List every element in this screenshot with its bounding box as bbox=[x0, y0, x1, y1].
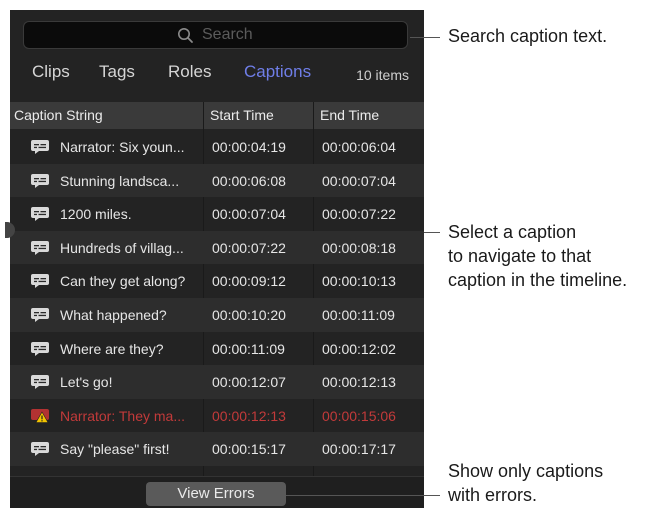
table-row[interactable]: Say "please" first! 00:00:15:17 00:00:17:1… bbox=[10, 432, 424, 466]
callout-line-select bbox=[424, 232, 440, 233]
caption-icon bbox=[31, 307, 49, 322]
caption-error-icon bbox=[31, 408, 49, 423]
end-time: 00:00:12:13 bbox=[322, 374, 396, 391]
index-tabs: Clips Tags Roles Captions 10 items bbox=[10, 62, 424, 88]
caption-icon bbox=[31, 375, 49, 390]
table-row[interactable]: 1200 miles. 00:00:07:04 00:00:07:22 bbox=[10, 197, 424, 231]
table-row[interactable]: Narrator: Six youn... 00:00:04:19 00:00:06… bbox=[10, 130, 424, 164]
start-time: 00:00:12:13 bbox=[212, 407, 286, 424]
column-header-end-time[interactable]: End Time bbox=[320, 107, 379, 123]
end-time: 00:00:08:18 bbox=[322, 239, 396, 256]
callout-errors: Show only captions with errors. bbox=[448, 459, 603, 507]
caption-icon bbox=[31, 341, 49, 356]
table-header: Caption String Start Time End Time bbox=[10, 102, 424, 129]
panel-footer: View Errors bbox=[10, 476, 424, 508]
caption-icon bbox=[31, 207, 49, 222]
callout-select-line: caption in the timeline. bbox=[448, 270, 628, 290]
caption-string: Hundreds of villag... bbox=[60, 239, 184, 256]
start-time: 00:00:11:09 bbox=[212, 340, 285, 357]
caption-icon bbox=[31, 274, 49, 289]
caption-string: Narrator: Six youn... bbox=[60, 139, 185, 155]
caption-string: Can they get along? bbox=[60, 273, 186, 290]
table-row[interactable]: Stunning landsca... 00:00:06:08 00:00:07:0… bbox=[10, 163, 424, 198]
caption-string: Let's go! bbox=[60, 374, 113, 391]
end-time: 00:00:07:04 bbox=[322, 172, 396, 189]
callout-line-errors bbox=[286, 495, 440, 496]
callout-select-line: Select a caption bbox=[448, 222, 577, 242]
table-row[interactable]: Narrator: They ma... 00:00:12:13 00:00:15:… bbox=[10, 399, 424, 433]
end-time: 00:00:15:06 bbox=[322, 407, 396, 424]
end-time: 00:00:17:17 bbox=[322, 441, 396, 458]
caption-string: Narrator: They ma... bbox=[60, 407, 186, 424]
caption-list: Narrator: Six youn... 00:00:04:19 00:00:06… bbox=[10, 130, 424, 466]
callout-search: Search caption text. bbox=[448, 24, 607, 48]
view-errors-button[interactable]: View Errors bbox=[146, 482, 286, 506]
start-time: 00:00:07:22 bbox=[212, 239, 286, 256]
start-time: 00:00:06:08 bbox=[212, 172, 286, 189]
table-row[interactable]: Hundreds of villag... 00:00:07:22 00:00:08… bbox=[10, 230, 424, 265]
start-time: 00:00:07:04 bbox=[212, 206, 286, 223]
table-row[interactable]: Where are they? 00:00:11:09 00:00:12:02 bbox=[10, 332, 424, 366]
start-time: 00:00:12:07 bbox=[212, 374, 286, 391]
tab-clips[interactable]: Clips bbox=[32, 62, 70, 82]
search-field[interactable]: Search bbox=[23, 21, 408, 49]
callout-errors-line: Show only captions bbox=[448, 461, 604, 481]
end-time: 00:00:11:09 bbox=[322, 306, 395, 323]
table-row[interactable]: Let's go! 00:00:12:07 00:00:12:13 bbox=[10, 365, 424, 399]
caption-string: Stunning landsca... bbox=[60, 172, 180, 189]
tab-roles[interactable]: Roles bbox=[168, 62, 211, 82]
callout-select: Select a caption to navigate to that cap… bbox=[448, 220, 627, 292]
start-time: 00:00:04:19 bbox=[212, 139, 286, 155]
end-time: 00:00:12:02 bbox=[322, 340, 396, 357]
caption-string: 1200 miles. bbox=[60, 206, 132, 223]
column-header-caption-string[interactable]: Caption String bbox=[14, 107, 103, 123]
search-icon bbox=[178, 28, 193, 43]
caption-icon bbox=[31, 173, 49, 188]
tab-captions[interactable]: Captions bbox=[244, 62, 311, 82]
callout-search-line: Search caption text. bbox=[448, 26, 608, 46]
search-placeholder: Search bbox=[202, 26, 253, 43]
caption-icon bbox=[31, 240, 49, 255]
caption-string: Where are they? bbox=[60, 340, 164, 357]
end-time: 00:00:10:13 bbox=[322, 273, 396, 290]
tab-tags[interactable]: Tags bbox=[99, 62, 135, 82]
caption-string: Say "please" first! bbox=[60, 441, 170, 458]
column-header-start-time[interactable]: Start Time bbox=[210, 107, 274, 123]
start-time: 00:00:10:20 bbox=[212, 306, 286, 323]
callout-line-search bbox=[410, 37, 440, 38]
item-count: 10 items bbox=[356, 67, 409, 83]
start-time: 00:00:09:12 bbox=[212, 273, 286, 290]
table-row[interactable]: Can they get along? 00:00:09:12 00:00:10:1… bbox=[10, 264, 424, 298]
caption-icon bbox=[31, 140, 49, 154]
end-time: 00:00:06:04 bbox=[322, 139, 396, 155]
caption-string: What happened? bbox=[60, 306, 167, 323]
caption-icon bbox=[31, 442, 49, 457]
end-time: 00:00:07:22 bbox=[322, 206, 396, 223]
table-row[interactable]: What happened? 00:00:10:20 00:00:11:09 bbox=[10, 297, 424, 332]
start-time: 00:00:15:17 bbox=[212, 441, 286, 458]
captions-index-panel: Search Clips Tags Roles Captions 10 item… bbox=[10, 10, 424, 508]
callout-select-line: to navigate to that bbox=[448, 246, 592, 266]
callout-errors-line: with errors. bbox=[448, 485, 538, 505]
